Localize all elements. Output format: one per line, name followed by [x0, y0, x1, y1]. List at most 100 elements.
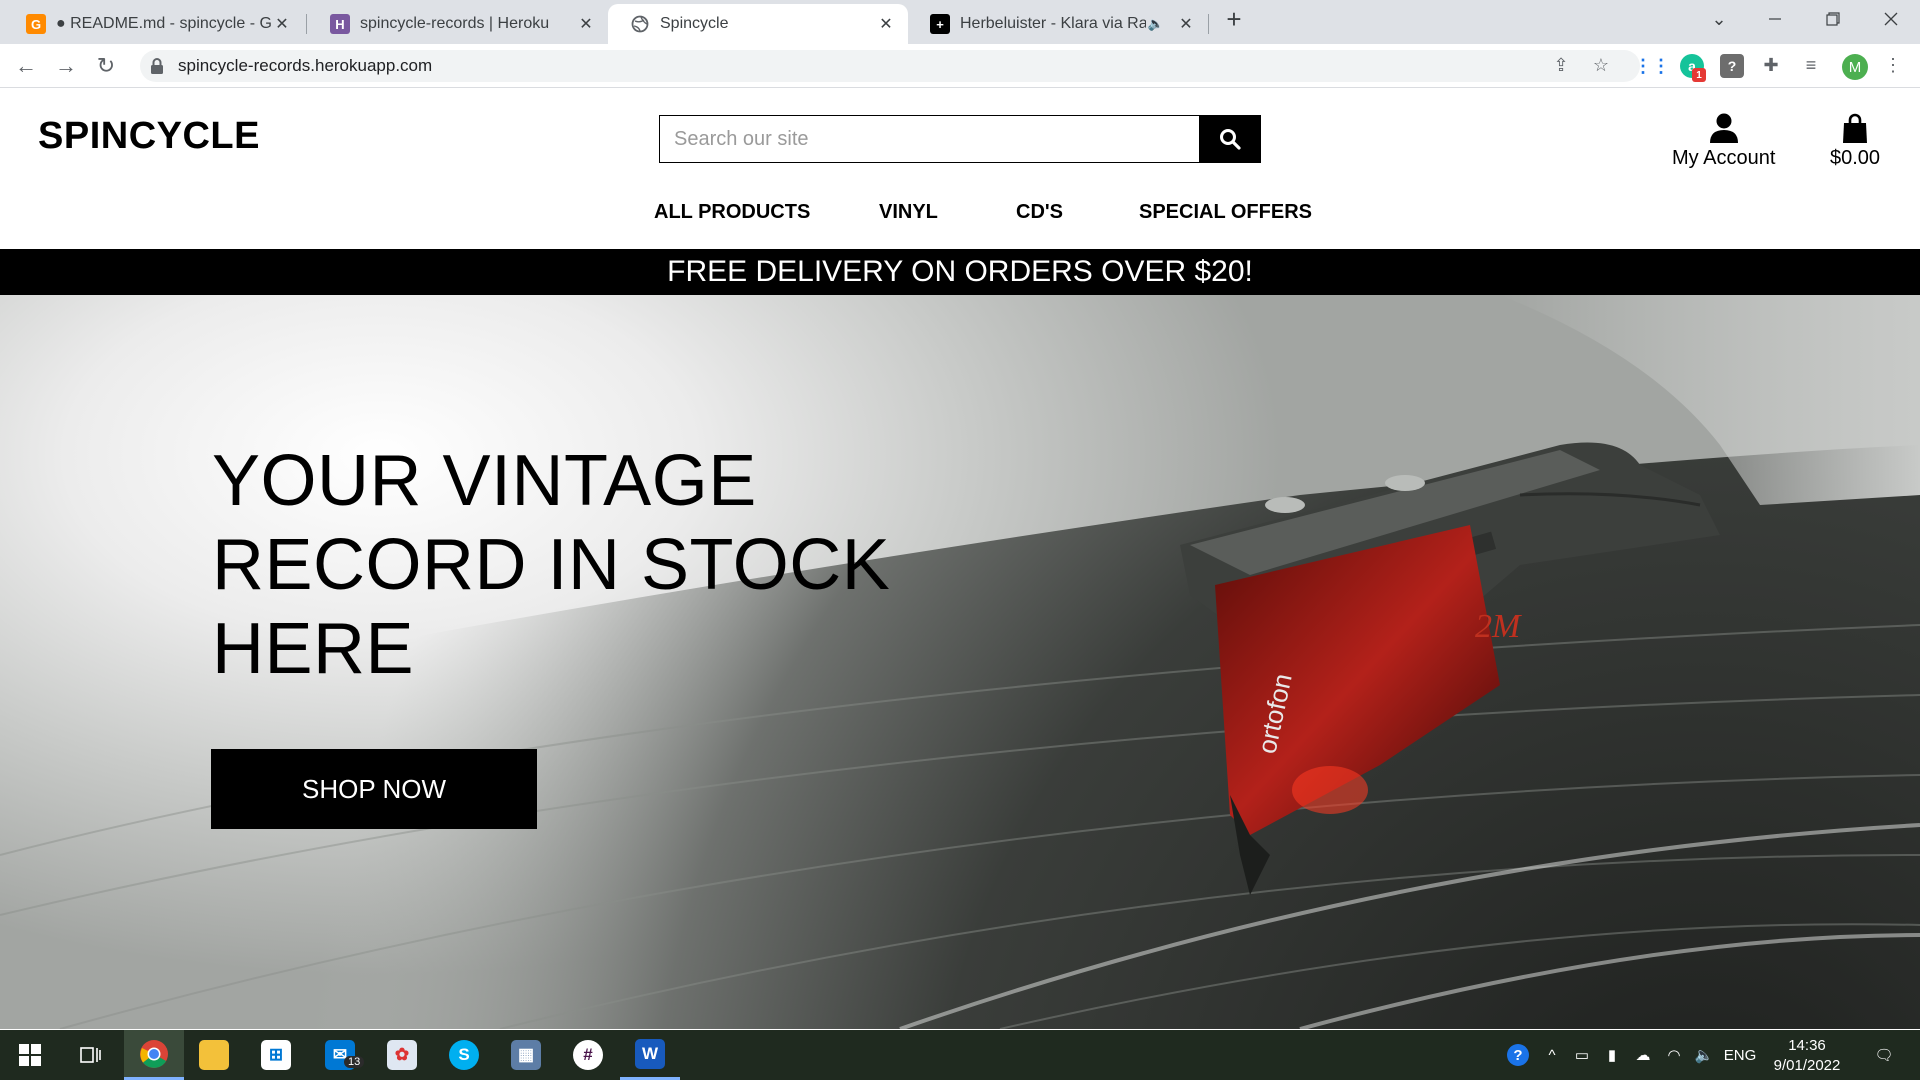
tab-title: Spincycle [660, 15, 729, 32]
slack-icon: # [573, 1040, 603, 1070]
help-tray-icon[interactable]: ? [1502, 1030, 1534, 1080]
address-bar[interactable]: spincycle-records.herokuapp.com [140, 50, 1640, 82]
nav-all-products[interactable]: ALL PRODUCTS [654, 201, 810, 224]
search-icon [1219, 129, 1241, 150]
promo-banner: FREE DELIVERY ON ORDERS OVER $20! [0, 249, 1920, 295]
hero-heading-line: HERE [212, 609, 415, 689]
account-label: My Account [1672, 147, 1776, 169]
site-logo[interactable]: SPINCYCLE [38, 115, 260, 158]
extension-badge: 1 [1692, 68, 1706, 82]
puzzle-extensions-icon[interactable]: ✚ [1758, 52, 1784, 78]
hero-banner: ortofon 2M YOUR VINTAGE RECORD IN STOCK … [0, 295, 1920, 1029]
media-queue-icon[interactable]: ≡ [1798, 52, 1824, 78]
cart-link[interactable]: $0.00 [1830, 109, 1880, 170]
shop-now-button[interactable]: SHOP NOW [211, 749, 537, 829]
restore-button[interactable] [1810, 4, 1856, 34]
help-extension-icon[interactable]: ? [1720, 54, 1744, 78]
skype-icon: S [449, 1040, 479, 1070]
hero-heading: YOUR VINTAGE RECORD IN STOCK HERE [212, 439, 912, 691]
taskbar-store[interactable]: ⊞ [246, 1030, 306, 1080]
close-icon[interactable]: ✕ [272, 14, 292, 34]
site-search [659, 115, 1261, 163]
nav-vinyl[interactable]: VINYL [879, 201, 938, 224]
nav-cds[interactable]: CD'S [1016, 201, 1063, 224]
lock-icon [151, 58, 163, 74]
taskbar-word[interactable]: W [620, 1030, 680, 1080]
tab-gitpod[interactable]: G ● README.md - spincycle - Gitpo ✕ [4, 4, 304, 44]
onedrive-icon[interactable]: ☁ [1628, 1030, 1658, 1080]
tab-title: spincycle-records | Heroku [360, 15, 550, 32]
heroku-icon: H [330, 14, 350, 34]
wifi-icon[interactable]: ◠ [1660, 1030, 1688, 1080]
tab-title: ● README.md - spincycle - Gitpo [56, 15, 272, 32]
clock-time: 14:36 [1788, 1037, 1826, 1054]
hero-heading-line: RECORD IN STOCK [212, 525, 891, 605]
calculator-icon: ▦ [511, 1040, 541, 1070]
search-input[interactable] [660, 116, 1199, 162]
start-button[interactable] [0, 1030, 60, 1080]
forward-button[interactable]: → [52, 52, 80, 80]
tab-klara[interactable]: + Herbeluister - Klara via Radio 🔈 ✕ [908, 4, 1208, 44]
chrome-icon [140, 1039, 168, 1068]
new-tab-button[interactable]: + [1222, 6, 1246, 32]
cart-total: $0.00 [1830, 147, 1881, 169]
bookmark-star-icon[interactable]: ☆ [1588, 52, 1614, 78]
clock-date: 9/01/2022 [1773, 1057, 1841, 1074]
tab-spincycle[interactable]: Spincycle ✕ [608, 4, 908, 44]
globe-icon [630, 14, 650, 34]
tab-heroku[interactable]: H spincycle-records | Heroku ✕ [308, 4, 608, 44]
cartridge-logo-mark: 2M [1475, 608, 1522, 645]
tab-separator [306, 14, 307, 34]
show-hidden-icons[interactable]: ^ [1538, 1030, 1566, 1080]
tab-search-icon[interactable]: ⌄ [1696, 4, 1742, 34]
taskbar-skype[interactable]: S [434, 1030, 494, 1080]
menu-kebab-icon[interactable]: ⋮ [1880, 52, 1906, 78]
taskbar-file-explorer[interactable] [184, 1030, 244, 1080]
speaker-icon[interactable]: 🔈 [1146, 14, 1166, 34]
share-icon[interactable]: ⇪ [1548, 52, 1574, 78]
folder-icon [199, 1040, 229, 1070]
windows-logo-icon [19, 1044, 41, 1066]
url-text: spincycle-records.herokuapp.com [178, 56, 433, 75]
meet-now-icon[interactable]: ▭ [1568, 1030, 1596, 1080]
nav-special-offers[interactable]: SPECIAL OFFERS [1139, 201, 1312, 224]
browser-tab-strip: G ● README.md - spincycle - Gitpo ✕ H sp… [0, 0, 1920, 44]
task-view-icon [80, 1047, 101, 1063]
close-icon[interactable]: ✕ [876, 14, 896, 34]
taskbar-paint[interactable]: ✿ [372, 1030, 432, 1080]
system-clock[interactable]: 14:36 9/01/2022 [1752, 1036, 1862, 1076]
hero-heading-line: YOUR VINTAGE [212, 441, 757, 521]
word-icon: W [635, 1038, 665, 1069]
user-icon [1709, 113, 1738, 143]
close-icon[interactable]: ✕ [1176, 14, 1196, 34]
paint-icon: ✿ [387, 1040, 417, 1070]
search-button[interactable] [1199, 116, 1260, 162]
store-icon: ⊞ [261, 1040, 291, 1070]
shopping-bag-icon [1843, 113, 1868, 143]
battery-icon[interactable]: ▮ [1598, 1030, 1626, 1080]
taskbar-slack[interactable]: # [558, 1030, 618, 1080]
taskbar-mail[interactable]: ✉ 13 [310, 1030, 370, 1080]
windows-taskbar: ⊞ ✉ 13 ✿ S ▦ # W ? ^ ▭ ▮ ☁ ◠ 🔈 ENG 14:36… [0, 1030, 1920, 1080]
back-button[interactable]: ← [12, 52, 40, 80]
minimize-button[interactable] [1752, 4, 1798, 34]
task-view-button[interactable] [60, 1030, 120, 1080]
main-nav: ALL PRODUCTS VINYL CD'S SPECIAL OFFERS [0, 201, 1920, 241]
tab-separator [1208, 14, 1209, 34]
close-icon[interactable]: ✕ [576, 14, 596, 34]
volume-icon[interactable]: 🔈 [1690, 1030, 1718, 1080]
close-window-button[interactable] [1868, 4, 1914, 34]
taskbar-calculator[interactable]: ▦ [496, 1030, 556, 1080]
account-menu[interactable]: My Account [1672, 109, 1775, 170]
plus-square-icon: + [930, 14, 950, 34]
spincycle-site: SPINCYCLE My Account $0.00 ALL PRODUCTS … [0, 89, 1920, 1029]
browser-toolbar: ← → ↻ spincycle-records.herokuapp.com ⇪ … [0, 44, 1920, 88]
taskbar-chrome[interactable] [124, 1030, 184, 1080]
apps-grid-icon[interactable]: ⋮⋮ [1634, 54, 1670, 78]
gitpod-icon: G [26, 14, 46, 34]
reload-button[interactable]: ↻ [92, 52, 120, 80]
mail-badge: 13 [344, 1056, 365, 1068]
profile-avatar[interactable]: M [1842, 54, 1868, 80]
notification-center-icon[interactable]: 🗨 [1864, 1030, 1904, 1080]
tab-title: Herbeluister - Klara via Radio [960, 15, 1146, 32]
